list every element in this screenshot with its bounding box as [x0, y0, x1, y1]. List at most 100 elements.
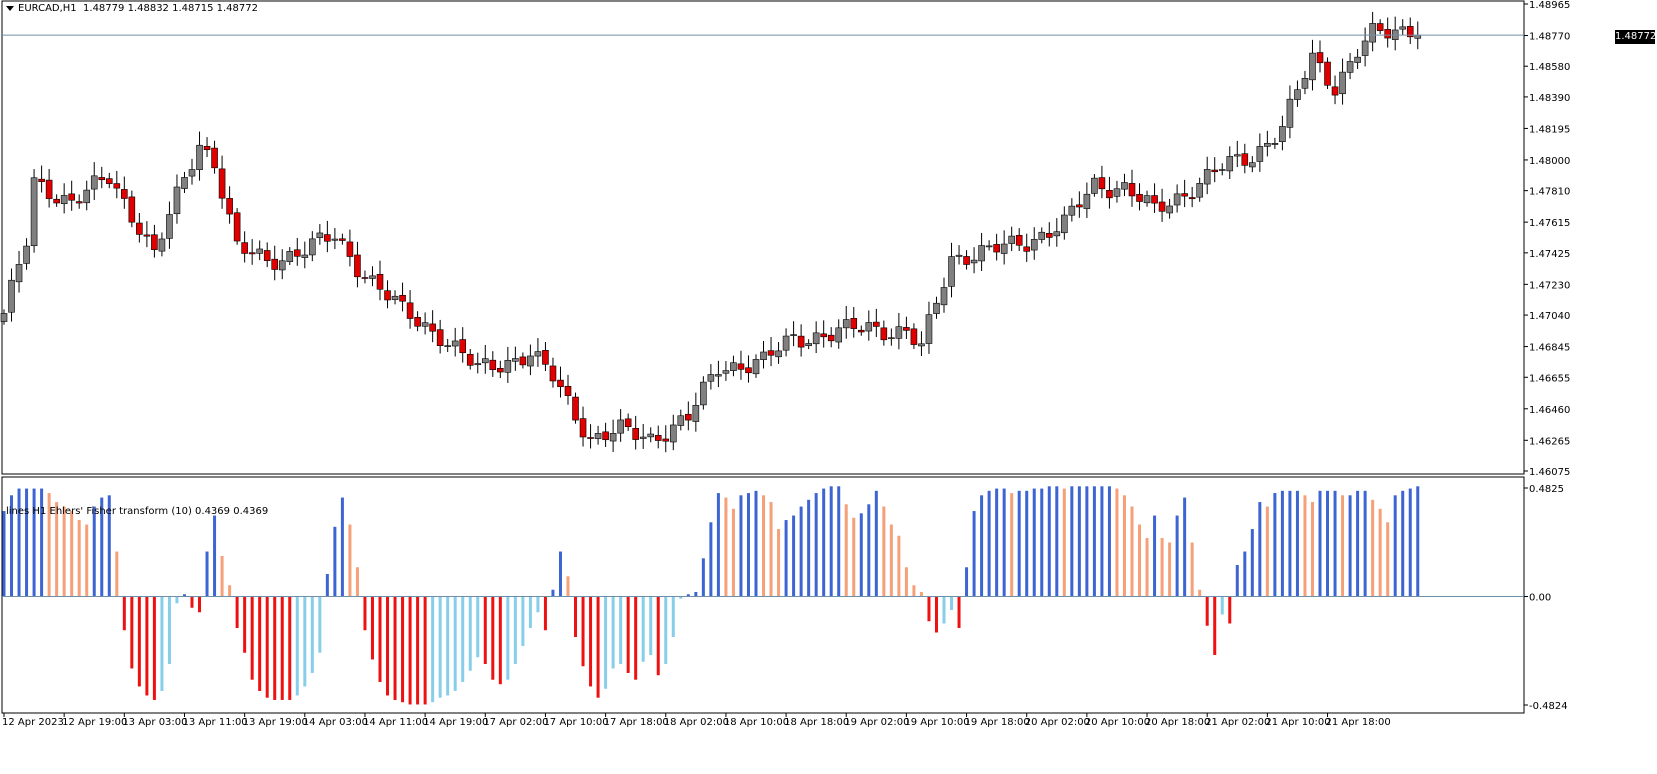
- candle-body: [940, 287, 948, 306]
- candle-body: [850, 318, 858, 329]
- fisher-bar: [859, 513, 863, 597]
- chart-canvas: 1.48965 1.48770 1.48580 1.48390 1.48195 1.480…: [0, 0, 1570, 728]
- candle-body: [572, 396, 579, 421]
- fisher-bar: [746, 493, 750, 597]
- candle-body: [45, 179, 53, 199]
- fisher-bar: [333, 526, 337, 597]
- fisher-bar: [348, 524, 352, 597]
- candle-body: [685, 413, 692, 421]
- candle-body: [151, 234, 158, 250]
- candle-body: [1038, 231, 1046, 240]
- candle-body: [113, 183, 121, 189]
- fisher-bar: [1243, 551, 1247, 597]
- candle-body: [1121, 182, 1128, 190]
- time-tick-label: 14 Apr 19:00: [423, 717, 488, 728]
- candle-body: [301, 254, 309, 258]
- candle-body: [700, 381, 707, 406]
- fisher-bar: [423, 596, 427, 705]
- fisher-bar: [1280, 490, 1284, 597]
- candle-body: [534, 351, 542, 357]
- fisher-bar: [904, 567, 908, 597]
- candle-body: [376, 274, 384, 290]
- fisher-bar: [656, 596, 660, 676]
- fisher-bar: [1168, 542, 1172, 597]
- fisher-bar: [1002, 488, 1006, 597]
- candle-body: [286, 251, 294, 262]
- fisher-bar: [77, 520, 81, 597]
- candle-body: [985, 245, 993, 248]
- candle-body: [166, 214, 173, 239]
- fisher-bar: [1273, 493, 1277, 597]
- candle-body: [504, 359, 512, 373]
- fisher-bar: [1025, 490, 1029, 597]
- candle-body: [1000, 243, 1008, 254]
- candle-body: [752, 359, 760, 375]
- fisher-bar: [1183, 497, 1187, 597]
- candle-body: [256, 248, 263, 254]
- fisher-bar: [220, 556, 224, 597]
- price-tick-label: 1.48965: [1529, 0, 1570, 11]
- candle-body: [218, 168, 226, 199]
- candle-body: [1181, 193, 1188, 197]
- fisher-bar: [280, 596, 284, 700]
- fisher-bar: [288, 596, 292, 700]
- candle-body: [391, 295, 399, 300]
- time-tick-label: 17 Apr 10:00: [543, 717, 608, 728]
- fisher-bar: [558, 551, 562, 597]
- fisher-bar: [1040, 488, 1044, 597]
- fisher-bar: [927, 596, 931, 622]
- candle-body: [1166, 205, 1173, 214]
- fisher-bar: [799, 506, 803, 597]
- price-tick-label: 1.47425: [1529, 249, 1570, 260]
- candle-body: [233, 212, 241, 242]
- time-tick-label: 18 Apr 02:00: [664, 717, 729, 728]
- candle-body: [60, 195, 68, 204]
- fisher-bar: [807, 499, 811, 597]
- fisher-bar: [934, 596, 938, 633]
- fisher-bar: [32, 488, 36, 597]
- candle-body: [354, 254, 361, 278]
- fisher-bar: [543, 596, 547, 631]
- candle-body: [880, 327, 888, 341]
- fisher-bar: [1265, 506, 1269, 597]
- fisher-bar: [92, 506, 96, 597]
- fisher-bar: [1326, 490, 1330, 597]
- candle-body: [451, 340, 459, 347]
- candle-body: [1294, 89, 1301, 100]
- candle-body: [339, 238, 346, 241]
- candle-body: [1143, 195, 1151, 204]
- candle-body: [98, 177, 106, 181]
- candle-body: [564, 385, 572, 396]
- fisher-bar: [258, 596, 262, 691]
- candle-body: [903, 327, 910, 331]
- fisher-bar: [664, 596, 668, 664]
- candle-body: [737, 363, 745, 370]
- fisher-bar: [310, 596, 314, 673]
- fisher-bar: [1213, 596, 1217, 655]
- fisher-bar: [739, 495, 743, 597]
- time-tick-label: 20 Apr 02:00: [1025, 717, 1090, 728]
- candle-body: [436, 329, 444, 347]
- candle-body: [677, 415, 685, 426]
- fisher-bar: [340, 497, 344, 597]
- candle-body: [1211, 169, 1219, 173]
- dropdown-triangle-icon[interactable]: [6, 5, 14, 11]
- time-tick-label: 21 Apr 10:00: [1265, 717, 1330, 728]
- candle-body: [782, 335, 790, 351]
- fisher-bar: [235, 596, 239, 628]
- candle-body: [1384, 29, 1391, 39]
- candle-body: [1316, 52, 1324, 64]
- candle-body: [429, 323, 436, 332]
- candle-body: [812, 332, 820, 345]
- candle-body: [1264, 143, 1271, 147]
- fisher-bar: [453, 596, 457, 691]
- fisher-bar: [822, 488, 826, 597]
- candle-body: [293, 249, 301, 257]
- fisher-bar: [784, 520, 788, 597]
- candle-body: [835, 327, 843, 343]
- fisher-bar: [1138, 524, 1142, 597]
- fisher-bar: [581, 596, 585, 667]
- time-tick-label: 12 Apr 19:00: [62, 717, 127, 728]
- fisher-bar: [160, 596, 164, 691]
- fisher-bar: [1295, 490, 1299, 597]
